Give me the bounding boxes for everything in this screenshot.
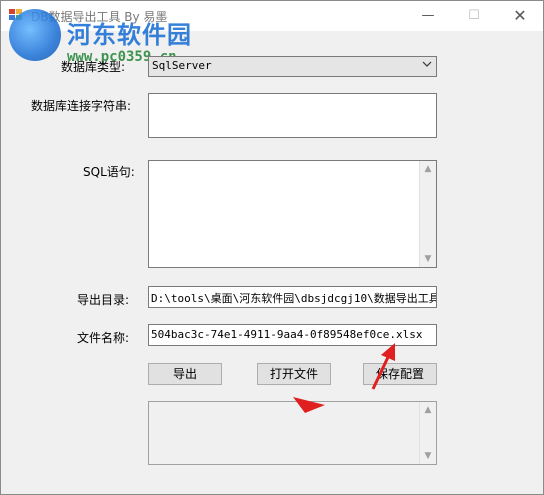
db-type-label: 数据库类型: [61,60,126,74]
scroll-down-icon[interactable]: ▼ [420,251,436,267]
export-button[interactable]: 导出 [148,363,222,385]
file-name-label: 文件名称: [77,331,130,345]
minimize-button[interactable]: — [405,1,451,31]
app-window: DB数据导出工具 By 易墨 — ☐ ✕ 河东软件园 www.pc0359.cn… [0,0,544,495]
output-log-textarea[interactable]: ▲ ▼ [148,401,437,465]
db-type-value: SqlServer [152,59,212,72]
connection-string-input[interactable] [148,93,437,138]
save-config-button[interactable]: 保存配置 [363,363,437,385]
export-dir-value: D:\tools\桌面\河东软件园\dbsjdcgj10\数据导出工具 [151,292,437,305]
window-title: DB数据导出工具 By 易墨 [31,10,168,24]
file-name-value: 504bac3c-74e1-4911-9aa4-0f89548ef0ce.xls… [151,328,423,341]
db-type-select[interactable]: SqlServer [148,56,437,77]
open-file-button[interactable]: 打开文件 [257,363,331,385]
app-icon [9,9,23,21]
scroll-up-icon[interactable]: ▲ [420,161,436,177]
export-dir-label: 导出目录: [77,293,130,307]
maximize-button[interactable]: ☐ [451,1,497,31]
scroll-down-icon[interactable]: ▼ [420,448,436,464]
scroll-up-icon[interactable]: ▲ [420,402,436,418]
export-dir-input[interactable]: D:\tools\桌面\河东软件园\dbsjdcgj10\数据导出工具 [148,286,437,308]
sql-scrollbar[interactable]: ▲ ▼ [419,161,436,267]
title-bar[interactable]: DB数据导出工具 By 易墨 — ☐ ✕ [1,1,543,31]
sql-textarea[interactable]: ▲ ▼ [148,160,437,268]
chevron-down-icon[interactable] [422,59,432,69]
output-scrollbar[interactable]: ▲ ▼ [419,402,436,464]
sql-label: SQL语句: [83,165,135,179]
close-button[interactable]: ✕ [497,1,543,31]
file-name-input[interactable]: 504bac3c-74e1-4911-9aa4-0f89548ef0ce.xls… [148,324,437,346]
connection-string-label: 数据库连接字符串: [31,99,132,113]
